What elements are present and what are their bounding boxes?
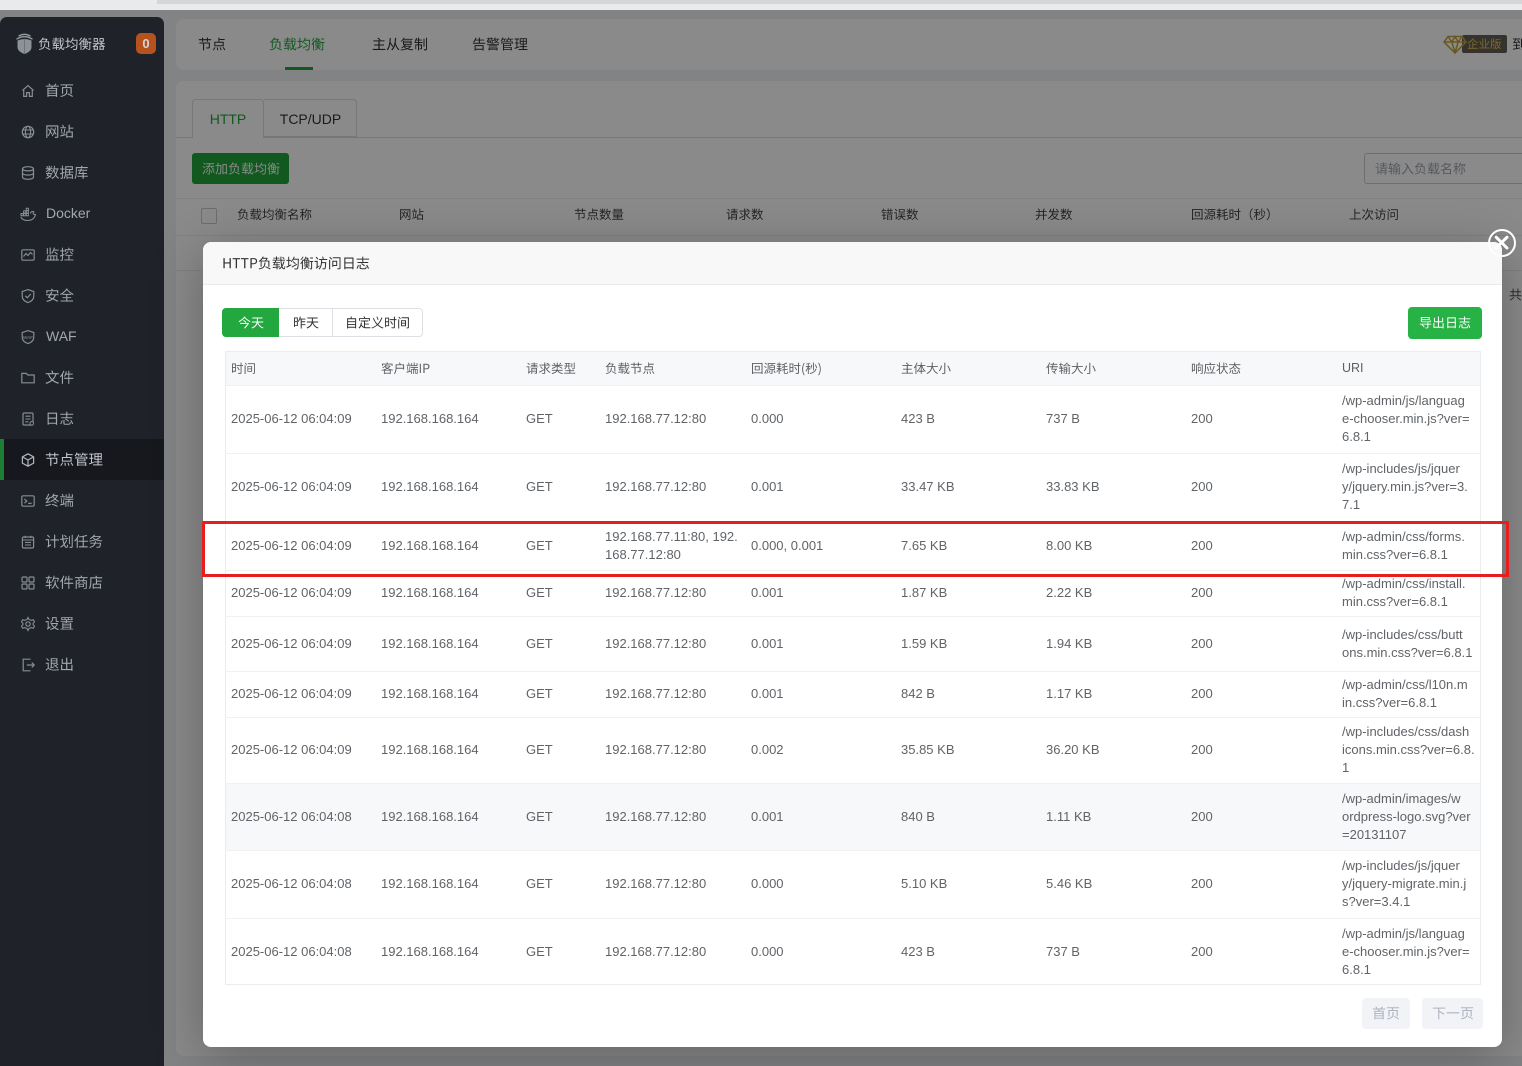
- svg-text:WAF: WAF: [23, 334, 33, 339]
